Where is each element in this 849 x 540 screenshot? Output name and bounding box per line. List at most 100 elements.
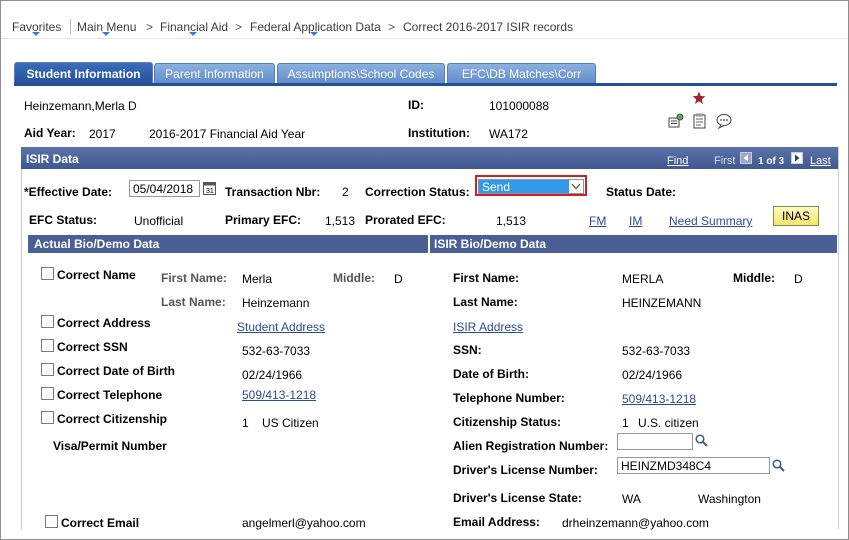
correction-status-value: Send [482,180,511,194]
isir-telephone-link[interactable]: 509/413-1218 [622,392,696,406]
isir-last-name-label: Last Name: [453,295,518,309]
checklist-icon[interactable] [668,113,684,129]
inas-button[interactable]: INAS [773,206,819,226]
aid-year-value: 2017 [89,127,116,141]
transaction-nbr-value: 2 [342,185,349,199]
prorated-efc-value: 1,513 [496,214,527,228]
alien-registration-label: Alien Registration Number: [453,439,609,453]
correct-address-checkbox[interactable] [41,315,54,328]
middle-value: D [394,272,403,286]
correct-address-label: Correct Address [57,316,151,330]
isir-data-title: ISIR Data [26,152,79,166]
email-value: angelmerl@yahoo.com [242,516,366,530]
pager-count: 1 of 3 [758,156,785,167]
first-label: First [714,155,736,167]
prorated-efc-label: Prorated EFC: [365,213,446,227]
citizenship-code: 1 [242,416,249,430]
tab-underline [14,83,837,86]
last-name-label: Last Name: [161,295,226,309]
star-icon [692,91,706,104]
student-address-link[interactable]: Student Address [237,320,325,334]
correct-dob-checkbox[interactable] [41,363,54,376]
isir-dob-label: Date of Birth: [453,367,529,381]
chevron-down-icon[interactable] [32,32,40,36]
correction-status-select[interactable]: Send [478,179,584,194]
comment-icon[interactable] [716,113,732,129]
isir-ssn-value: 532-63-7033 [622,344,691,358]
isir-middle-label: Middle: [733,271,775,285]
transaction-nbr-label: Transaction Nbr: [225,185,321,199]
effective-date-label: *Effective Date: [24,185,113,199]
isir-data-header: ISIR Data Find First 1 of 3 Last [21,147,838,169]
efc-status-value: Unofficial [134,214,184,228]
correct-name-checkbox[interactable] [41,267,54,280]
institution-label: Institution: [408,126,470,140]
previous-icon[interactable] [740,152,752,164]
efc-status-label: EFC Status: [29,213,98,227]
status-date-label: Status Date: [606,185,677,199]
student-name: Heinzemann,Merla D [24,99,137,113]
institution-value: WA172 [489,127,528,141]
isir-telephone-label: Telephone Number: [453,391,565,405]
breadcrumb-separator: > [388,20,396,34]
tab-efc-db-matches-corr[interactable]: EFC\DB Matches\Corr [447,63,596,84]
first-name-value: Merla [242,272,273,286]
notepad-icon[interactable] [692,113,707,129]
next-icon[interactable] [791,152,803,164]
drivers-license-state-code: WA [622,492,641,506]
correct-citizenship-label: Correct Citizenship [57,412,168,426]
correct-ssn-checkbox[interactable] [41,339,54,352]
ssn-value: 532-63-7033 [242,344,311,358]
need-summary-link[interactable]: Need Summary [669,214,752,228]
drivers-license-number-label: Driver's License Number: [453,463,598,477]
drivers-license-number-input[interactable]: HEINZMD348C4 [617,457,770,474]
isir-last-name-value: HEINZEMANN [622,296,702,310]
isir-bio-demo-header: ISIR Bio/Demo Data [430,235,837,253]
fm-link[interactable]: FM [589,214,606,228]
search-icon[interactable] [695,434,708,447]
visa-permit-label: Visa/Permit Number [53,439,167,453]
im-link[interactable]: IM [629,214,642,228]
chevron-down-icon[interactable] [571,183,581,190]
dob-value: 02/24/1966 [242,368,303,382]
breadcrumb-current: Correct 2016-2017 ISIR records [403,20,574,34]
isir-first-name-label: First Name: [453,271,520,285]
correct-telephone-checkbox[interactable] [41,387,54,400]
drivers-license-state-name: Washington [698,492,761,506]
correct-dob-label: Correct Date of Birth [57,364,176,378]
citizenship-value: US Citizen [262,416,319,430]
alien-registration-input[interactable] [617,433,693,450]
isir-email-label: Email Address: [453,515,540,529]
isir-address-link[interactable]: ISIR Address [453,320,523,334]
tab-assumptions-school-codes[interactable]: Assumptions\School Codes [277,63,445,84]
drivers-license-state-label: Driver's License State: [453,491,582,505]
correct-email-checkbox[interactable] [45,515,58,528]
isir-first-name-value: MERLA [622,272,664,286]
correct-ssn-label: Correct SSN [57,340,128,354]
correct-email-label: Correct Email [61,516,140,530]
breadcrumb-separator: > [235,20,243,34]
find-link[interactable]: Find [667,155,688,167]
aid-year-description: 2016-2017 Financial Aid Year [149,127,306,141]
isir-citizenship-code: 1 [622,416,629,430]
chevron-down-icon[interactable] [102,32,110,36]
telephone-link[interactable]: 509/413-1218 [242,388,316,402]
isir-email-value: drheinzemann@yahoo.com [562,516,709,530]
isir-citizenship-value: U.S. citizen [638,416,699,430]
last-link[interactable]: Last [810,155,831,167]
isir-dob-value: 02/24/1966 [622,368,683,382]
effective-date-input[interactable]: 05/04/2018 [129,180,200,197]
tab-student-information[interactable]: Student Information [14,62,153,85]
isir-ssn-label: SSN: [453,343,482,357]
chevron-down-icon[interactable] [310,32,318,36]
first-name-label: First Name: [161,271,228,285]
search-icon[interactable] [772,459,785,472]
correct-name-label: Correct Name [57,268,136,282]
chevron-down-icon[interactable] [189,32,197,36]
tab-parent-information[interactable]: Parent Information [154,63,275,84]
divider [70,19,71,34]
calendar-icon[interactable]: 31 [203,181,216,195]
isir-citizenship-label: Citizenship Status: [453,415,562,429]
correct-citizenship-checkbox[interactable] [41,411,54,424]
actual-bio-demo-header: Actual Bio/Demo Data [28,235,428,253]
